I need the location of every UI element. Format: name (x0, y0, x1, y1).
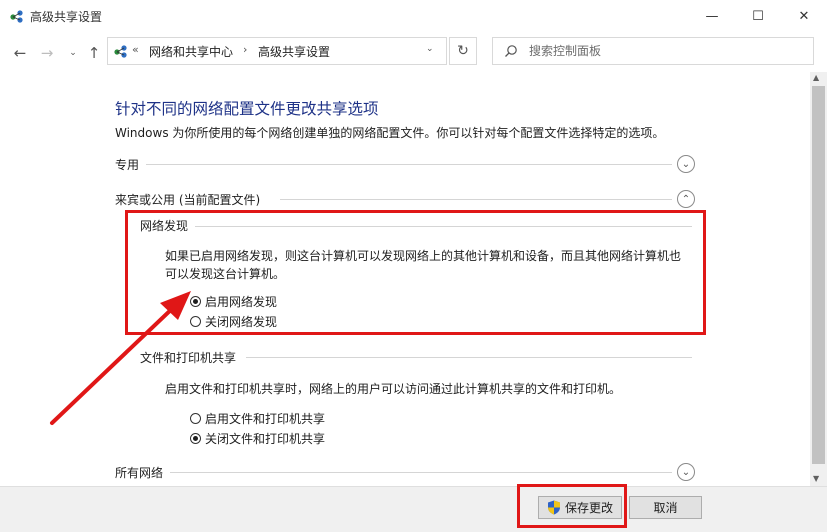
annotation-arrow (50, 291, 191, 425)
